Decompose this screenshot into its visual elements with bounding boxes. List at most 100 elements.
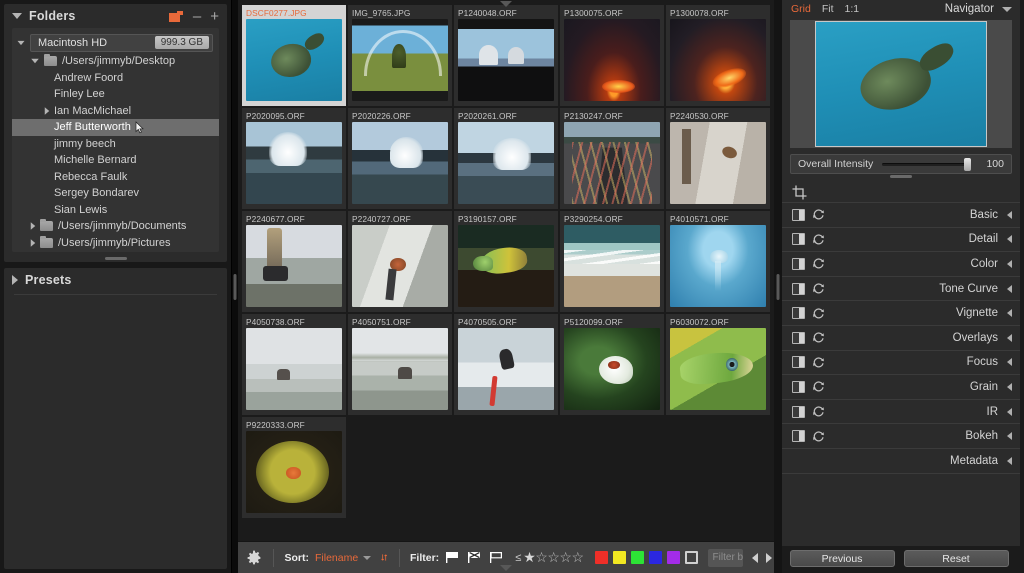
thumbnail-cell[interactable]: P2240677.ORF	[242, 211, 346, 312]
reset-section-icon[interactable]	[812, 430, 825, 443]
reset-section-icon[interactable]	[812, 356, 825, 369]
thumbnail-cell[interactable]: DSCF0277.JPG	[242, 5, 346, 106]
before-after-toggle-icon[interactable]	[792, 356, 805, 368]
top-collapse-caret[interactable]	[500, 1, 512, 7]
volume-row[interactable]: Macintosh HD 999.3 GB	[12, 32, 219, 53]
chevron-left-icon[interactable]	[1007, 285, 1012, 293]
reset-section-icon[interactable]	[812, 282, 825, 295]
thumbnail-cell[interactable]: P3190157.ORF	[454, 211, 558, 312]
before-after-toggle-icon[interactable]	[792, 258, 805, 270]
thumbnail-image[interactable]	[246, 122, 342, 204]
chevron-left-icon[interactable]	[1007, 457, 1012, 465]
folders-disclosure-triangle[interactable]	[12, 13, 22, 19]
reset-button[interactable]: Reset	[904, 550, 1009, 567]
folder-tree-item[interactable]: Sian Lewis	[12, 202, 219, 219]
adjustment-row[interactable]: IR	[782, 400, 1020, 425]
adjustment-row[interactable]: Color	[782, 252, 1020, 277]
tree-disclosure-closed-icon[interactable]	[31, 239, 36, 247]
thumbnail-image[interactable]	[352, 225, 448, 307]
folder-tree-item[interactable]: /Users/jimmyb/Desktop	[12, 53, 219, 70]
sort-value[interactable]: Filename	[315, 552, 358, 564]
chevron-left-icon[interactable]	[1007, 260, 1012, 268]
chevron-right-icon[interactable]	[766, 553, 772, 563]
right-splitter[interactable]	[774, 0, 782, 573]
navigator-resize-grip[interactable]	[782, 174, 1020, 182]
rating-star-3[interactable]: ☆	[547, 549, 559, 565]
thumbnail-cell[interactable]: P2240530.ORF	[666, 108, 770, 209]
thumbnail-cell[interactable]: P4010571.ORF	[666, 211, 770, 312]
before-after-toggle-icon[interactable]	[792, 332, 805, 344]
chevron-left-icon[interactable]	[752, 553, 758, 563]
thumbnail-image[interactable]	[670, 19, 766, 101]
adjustment-row[interactable]: Metadata	[782, 449, 1020, 474]
thumbnail-image[interactable]	[352, 328, 448, 410]
thumbnail-cell[interactable]: P2020226.ORF	[348, 108, 452, 209]
thumbnail-cell[interactable]: P1300078.ORF	[666, 5, 770, 106]
navigator-preview-area[interactable]	[790, 20, 1012, 148]
presets-disclosure-triangle[interactable]	[12, 275, 18, 285]
navigator-chevron-down-icon[interactable]	[1002, 7, 1012, 12]
thumbnail-cell[interactable]: P5120099.ORF	[560, 314, 664, 415]
chevron-left-icon[interactable]	[1007, 358, 1012, 366]
before-after-toggle-icon[interactable]	[792, 430, 805, 442]
thumbnail-image[interactable]	[564, 122, 660, 204]
rating-star-4[interactable]: ☆	[559, 549, 571, 565]
crop-icon[interactable]	[792, 185, 807, 200]
thumbnail-image[interactable]	[564, 225, 660, 307]
adjustment-row[interactable]: Detail	[782, 228, 1020, 253]
chevron-left-icon[interactable]	[1007, 408, 1012, 416]
tree-disclosure-closed-icon[interactable]	[45, 107, 50, 115]
adjustment-row[interactable]: Bokeh	[782, 424, 1020, 449]
folder-tree-item[interactable]: /Users/jimmyb/Documents	[12, 218, 219, 235]
before-after-toggle-icon[interactable]	[792, 307, 805, 319]
thumbnail-image[interactable]	[352, 122, 448, 204]
thumbnail-cell[interactable]: P6030072.ORF	[666, 314, 770, 415]
folder-tree-item[interactable]: Jeff Butterworth	[12, 119, 219, 136]
rating-filter[interactable]: ≤ ★☆☆☆☆	[515, 549, 583, 567]
adjustment-row[interactable]: Tone Curve	[782, 277, 1020, 302]
collapse-button[interactable]: –	[193, 9, 201, 24]
thumbnail-image[interactable]	[458, 19, 554, 101]
thumbnail-image[interactable]	[670, 225, 766, 307]
folder-tree-item[interactable]: jimmy beech	[12, 136, 219, 153]
thumbnail-image[interactable]	[564, 328, 660, 410]
thumbnail-cell[interactable]: P4050738.ORF	[242, 314, 346, 415]
thumbnail-cell[interactable]: P4070505.ORF	[454, 314, 558, 415]
thumbnail-cell[interactable]: P1300075.ORF	[560, 5, 664, 106]
adjustment-row[interactable]: Grain	[782, 375, 1020, 400]
rating-star-5[interactable]: ☆	[571, 549, 583, 565]
gear-icon[interactable]	[246, 550, 262, 566]
previous-button[interactable]: Previous	[790, 550, 895, 567]
metadata-filter-input[interactable]: Filter by me…	[708, 549, 743, 567]
adjustment-row[interactable]: Overlays	[782, 326, 1020, 351]
flag-picked-icon[interactable]	[445, 551, 460, 564]
chevron-left-icon[interactable]	[1007, 235, 1012, 243]
view-mode-grid[interactable]: Grid	[791, 3, 811, 15]
tree-disclosure-closed-icon[interactable]	[31, 223, 36, 231]
bottom-collapse-caret[interactable]	[500, 565, 512, 571]
color-label-swatch-4[interactable]	[649, 551, 662, 564]
thumbnail-image[interactable]	[670, 122, 766, 204]
adjustment-row[interactable]: Focus	[782, 351, 1020, 376]
reset-section-icon[interactable]	[812, 233, 825, 246]
folder-tree-item[interactable]: Finley Lee	[12, 86, 219, 103]
before-after-toggle-icon[interactable]	[792, 381, 805, 393]
slider-knob[interactable]	[964, 158, 971, 171]
reset-section-icon[interactable]	[812, 307, 825, 320]
thumbnail-cell[interactable]: P2020261.ORF	[454, 108, 558, 209]
thumbnail-grid-scroll[interactable]: DSCF0277.JPGIMG_9765.JPGP1240048.ORFP130…	[238, 0, 774, 541]
flag-rejected-icon[interactable]	[467, 551, 482, 564]
add-folder-button[interactable]: +	[210, 9, 219, 24]
thumbnail-cell[interactable]: P4050751.ORF	[348, 314, 452, 415]
chevron-left-icon[interactable]	[1007, 309, 1012, 317]
reset-section-icon[interactable]	[812, 380, 825, 393]
color-label-none-swatch[interactable]	[685, 551, 698, 564]
thumbnail-cell[interactable]: P9220333.ORF	[242, 417, 346, 518]
thumbnail-cell[interactable]: IMG_9765.JPG	[348, 5, 452, 106]
before-after-toggle-icon[interactable]	[792, 209, 805, 221]
thumbnail-cell[interactable]: P3290254.ORF	[560, 211, 664, 312]
before-after-toggle-icon[interactable]	[792, 406, 805, 418]
adjustment-row[interactable]: Basic	[782, 203, 1020, 228]
thumbnail-cell[interactable]: P1240048.ORF	[454, 5, 558, 106]
color-label-swatch-1[interactable]	[595, 551, 608, 564]
